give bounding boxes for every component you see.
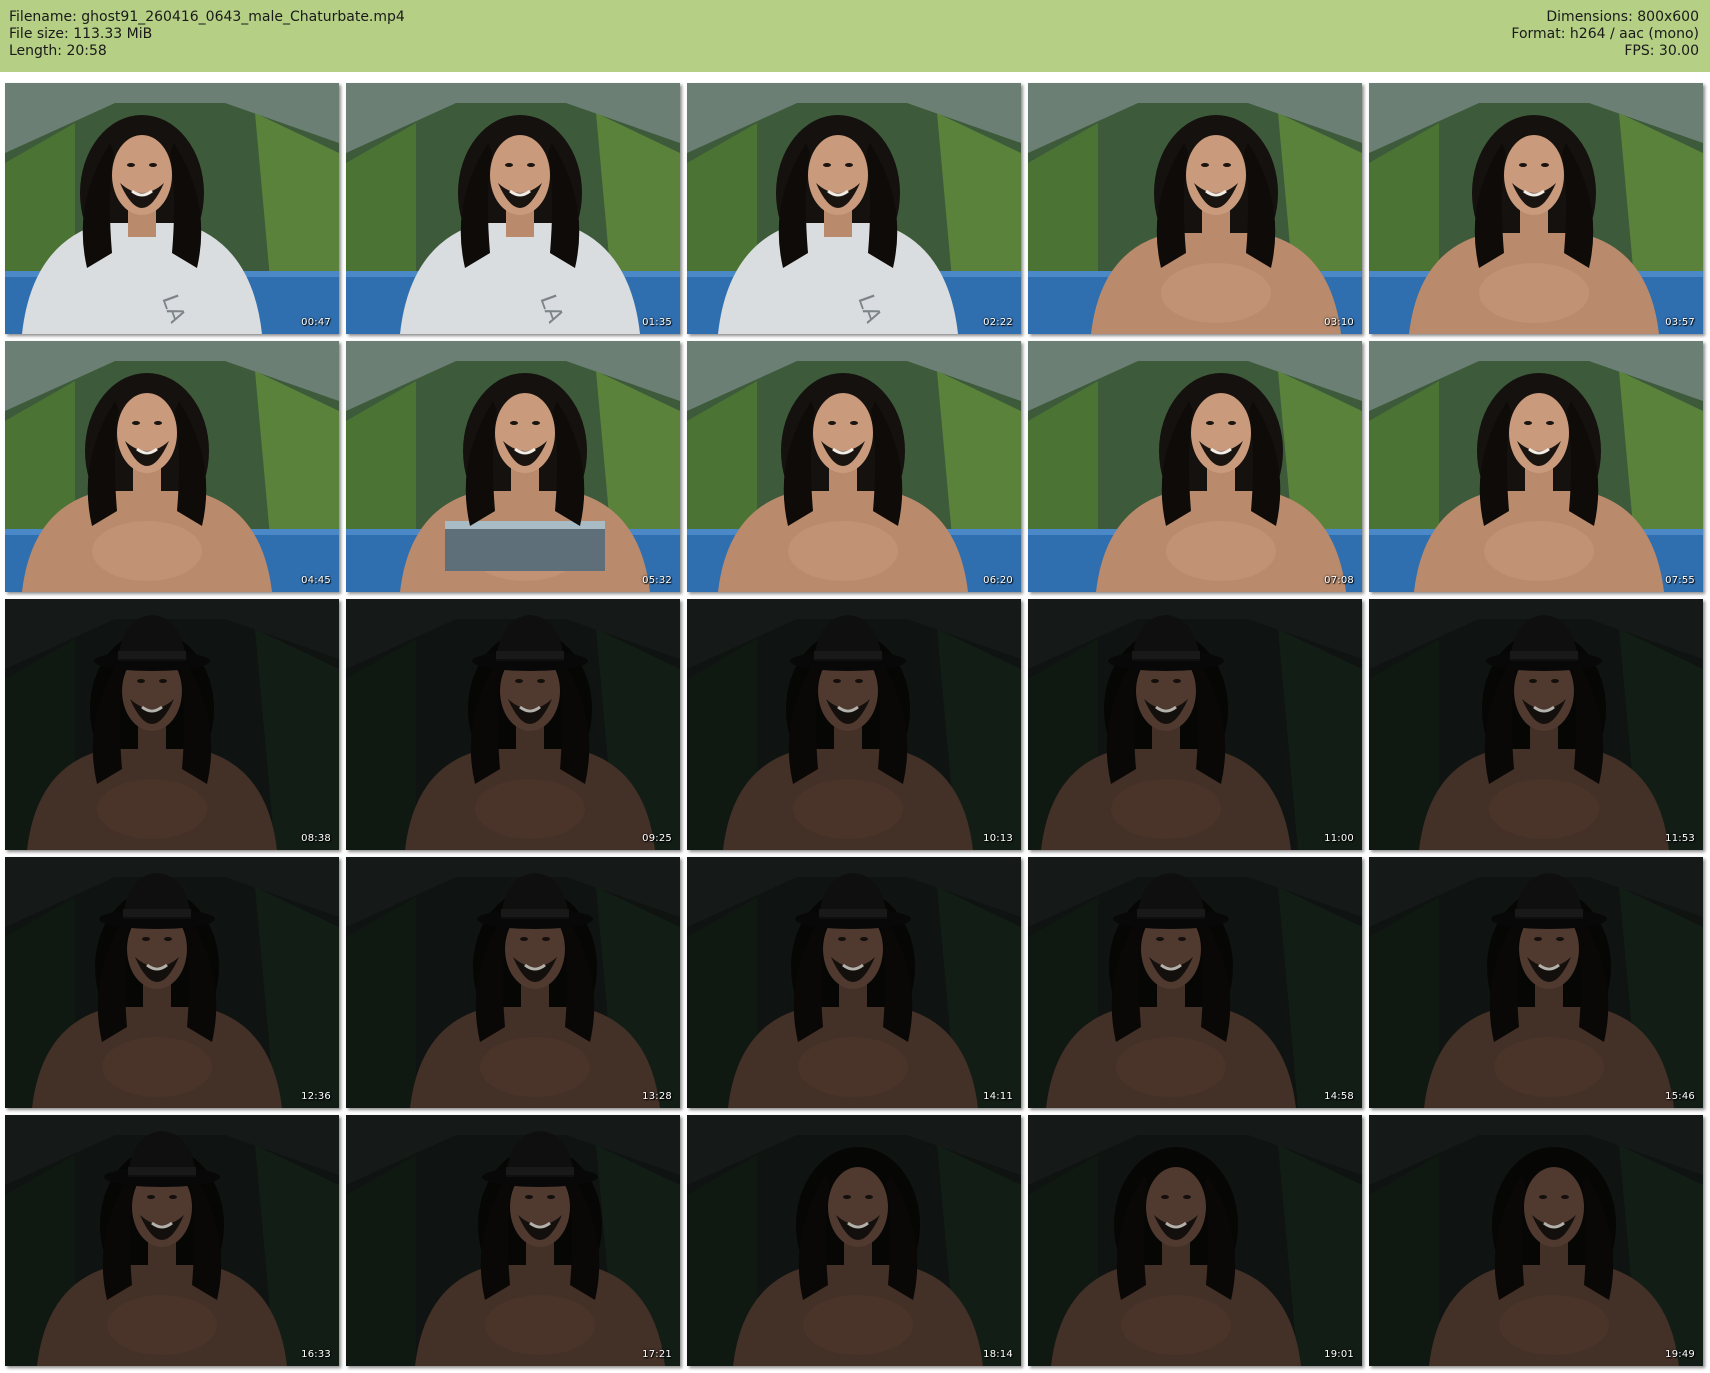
video-frame-thumbnail: 15:46 [1369, 857, 1703, 1108]
frame-image [5, 857, 339, 1108]
frame-image [687, 599, 1021, 850]
frame-timestamp: 11:00 [1324, 833, 1354, 844]
frame-image [1369, 857, 1703, 1108]
frame-image [687, 1115, 1021, 1366]
video-frame-thumbnail: 04:45 [5, 341, 339, 592]
frame-timestamp: 05:32 [642, 575, 672, 586]
video-frame-thumbnail: 14:58 [1028, 857, 1362, 1108]
frame-timestamp: 16:33 [301, 1349, 331, 1360]
frame-image [1028, 857, 1362, 1108]
frame-timestamp: 14:58 [1324, 1091, 1354, 1102]
frame-image [346, 857, 680, 1108]
frame-timestamp: 17:21 [642, 1349, 672, 1360]
frame-timestamp: 18:14 [983, 1349, 1013, 1360]
frame-image [1369, 1115, 1703, 1366]
frame-image [1028, 83, 1362, 334]
frame-image [1028, 599, 1362, 850]
video-frame-thumbnail: LA 01:35 [346, 83, 680, 334]
frame-timestamp: 10:13 [983, 833, 1013, 844]
frame-image [1369, 83, 1703, 334]
frame-image [346, 599, 680, 850]
frame-timestamp: 06:20 [983, 575, 1013, 586]
frame-image [1369, 599, 1703, 850]
frame-timestamp: 01:35 [642, 317, 672, 328]
video-frame-thumbnail: 11:00 [1028, 599, 1362, 850]
video-frame-thumbnail: 07:08 [1028, 341, 1362, 592]
frame-image [5, 1115, 339, 1366]
frame-image: LA [346, 83, 680, 334]
video-frame-thumbnail: 10:13 [687, 599, 1021, 850]
video-frame-thumbnail: 19:01 [1028, 1115, 1362, 1366]
video-frame-thumbnail: 17:21 [346, 1115, 680, 1366]
frame-timestamp: 08:38 [301, 833, 331, 844]
thumbnail-grid: LA 00:47 LA 01:35 LA 02:22 03:10 03:57 04:45 05:3… [0, 0, 1710, 1373]
video-frame-thumbnail: 07:55 [1369, 341, 1703, 592]
video-frame-thumbnail: 11:53 [1369, 599, 1703, 850]
frame-timestamp: 15:46 [1665, 1091, 1695, 1102]
frame-image [687, 341, 1021, 592]
video-frame-thumbnail: LA 02:22 [687, 83, 1021, 334]
frame-image [687, 857, 1021, 1108]
frame-timestamp: 07:55 [1665, 575, 1695, 586]
frame-timestamp: 04:45 [301, 575, 331, 586]
frame-timestamp: 07:08 [1324, 575, 1354, 586]
video-frame-thumbnail: 03:10 [1028, 83, 1362, 334]
frame-image [346, 1115, 680, 1366]
video-frame-thumbnail: LA 00:47 [5, 83, 339, 334]
video-frame-thumbnail: 16:33 [5, 1115, 339, 1366]
video-frame-thumbnail: 09:25 [346, 599, 680, 850]
video-frame-thumbnail: 13:28 [346, 857, 680, 1108]
frame-image: LA [5, 83, 339, 334]
frame-timestamp: 00:47 [301, 317, 331, 328]
frame-timestamp: 12:36 [301, 1091, 331, 1102]
video-frame-thumbnail: 18:14 [687, 1115, 1021, 1366]
frame-timestamp: 19:49 [1665, 1349, 1695, 1360]
frame-timestamp: 09:25 [642, 833, 672, 844]
video-frame-thumbnail: 06:20 [687, 341, 1021, 592]
video-frame-thumbnail: 19:49 [1369, 1115, 1703, 1366]
video-frame-thumbnail: 08:38 [5, 599, 339, 850]
frame-image [346, 341, 680, 592]
frame-image [1369, 341, 1703, 592]
video-frame-thumbnail: 12:36 [5, 857, 339, 1108]
frame-timestamp: 02:22 [983, 317, 1013, 328]
frame-timestamp: 11:53 [1665, 833, 1695, 844]
video-frame-thumbnail: 14:11 [687, 857, 1021, 1108]
video-frame-thumbnail: 05:32 [346, 341, 680, 592]
frame-timestamp: 13:28 [642, 1091, 672, 1102]
frame-timestamp: 03:10 [1324, 317, 1354, 328]
frame-timestamp: 19:01 [1324, 1349, 1354, 1360]
frame-image [1028, 341, 1362, 592]
frame-timestamp: 03:57 [1665, 317, 1695, 328]
frame-image [5, 599, 339, 850]
frame-image [5, 341, 339, 592]
video-frame-thumbnail: 03:57 [1369, 83, 1703, 334]
frame-timestamp: 14:11 [983, 1091, 1013, 1102]
frame-image: LA [687, 83, 1021, 334]
frame-image [1028, 1115, 1362, 1366]
